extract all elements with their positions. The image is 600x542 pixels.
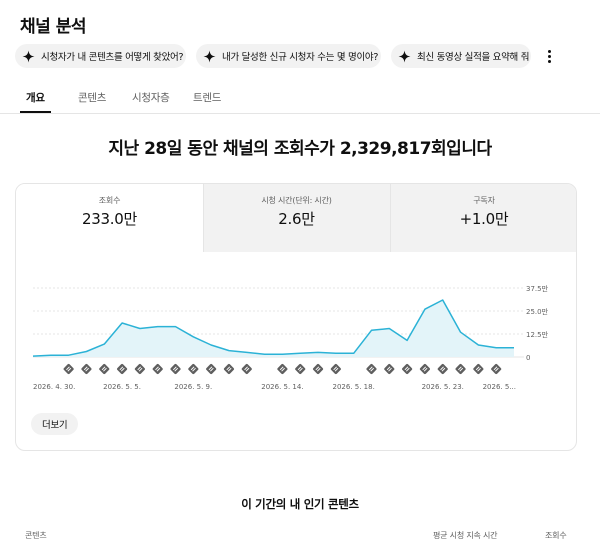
- tab-audience[interactable]: 시청자층: [132, 90, 170, 105]
- upload-marker: [295, 363, 306, 375]
- metric-divider: [390, 184, 391, 252]
- prompt-chip-label: 내가 달성한 신규 시청자 수는 몇 명이야?: [222, 52, 379, 63]
- x-tick-label: 2026. 4. 30.: [33, 383, 75, 391]
- x-tick-label: 2026. 5. 5.: [103, 383, 141, 391]
- metric-value: +1.0만: [459, 210, 509, 228]
- views-area: [33, 300, 514, 357]
- column-header-views[interactable]: 조회수: [545, 530, 567, 541]
- metric-watch-time[interactable]: 시청 시간(단위: 시간) 2.6만: [203, 184, 390, 252]
- upload-marker: [473, 363, 484, 375]
- upload-marker: [117, 363, 128, 375]
- tab-bar: 개요 콘텐츠 시청자층 트렌드: [0, 84, 600, 114]
- upload-marker: [134, 363, 145, 375]
- prompt-chip-new-viewers[interactable]: 내가 달성한 신규 시청자 수는 몇 명이야?: [196, 44, 381, 68]
- upload-marker: [152, 363, 163, 375]
- upload-marker: [170, 363, 181, 375]
- summary-headline: 지난 28일 동안 채널의 조회수가 2,329,817회입니다: [108, 139, 492, 159]
- metric-label: 시청 시간(단위: 시간): [261, 196, 332, 205]
- prompt-chip-label: 시청자가 내 콘텐츠를 어떻게 찾았어?: [41, 52, 184, 63]
- x-tick-label: 2026. 5. 18.: [333, 383, 375, 391]
- x-tick-label: 2026. 5...: [483, 383, 516, 391]
- upload-marker: [419, 363, 430, 375]
- column-header-avg-duration[interactable]: 평균 시청 지속 시간: [433, 530, 498, 541]
- y-tick-label: 37.5만: [526, 284, 549, 293]
- metric-views[interactable]: 조회수 233.0만: [16, 184, 203, 252]
- prompt-chips: 시청자가 내 콘텐츠를 어떻게 찾았어? 내가 달성한 신규 시청자 수는 몇 …: [15, 44, 531, 68]
- upload-marker: [188, 363, 199, 375]
- sparkle-icon: [22, 50, 35, 63]
- metric-value: 2.6만: [278, 210, 315, 228]
- column-header-content[interactable]: 콘텐츠: [25, 530, 47, 541]
- metric-value: 233.0만: [82, 210, 137, 228]
- page-title: 채널 분석: [20, 17, 86, 37]
- upload-marker: [455, 363, 466, 375]
- top-content-title: 이 기간의 내 인기 콘텐츠: [241, 497, 359, 511]
- upload-marker: [241, 363, 252, 375]
- prompt-chip-summary[interactable]: 최신 동영상 실적을 요약해 줘: [391, 44, 531, 68]
- metric-label: 구독자: [473, 196, 495, 205]
- active-tab-indicator: [20, 111, 51, 113]
- tab-content[interactable]: 콘텐츠: [78, 90, 106, 105]
- x-tick-label: 2026. 5. 23.: [422, 383, 464, 391]
- sparkle-icon: [398, 50, 411, 63]
- upload-marker: [223, 363, 234, 375]
- upload-marker: [277, 363, 288, 375]
- x-tick-label: 2026. 5. 14.: [261, 383, 303, 391]
- upload-marker: [206, 363, 217, 375]
- metric-label: 조회수: [98, 196, 121, 205]
- upload-marker: [330, 363, 341, 375]
- x-tick-label: 2026. 5. 9.: [174, 383, 212, 391]
- upload-marker: [63, 363, 74, 375]
- metric-subscribers[interactable]: 구독자 +1.0만: [390, 184, 576, 252]
- upload-marker: [366, 363, 377, 375]
- upload-marker: [99, 363, 110, 375]
- y-tick-label: 0: [526, 354, 530, 362]
- y-tick-label: 25.0만: [526, 307, 549, 316]
- more-vert-icon[interactable]: [543, 48, 555, 64]
- overview-card: 조회수 233.0만 시청 시간(단위: 시간) 2.6만 구독자 +1.0만 …: [15, 183, 577, 451]
- upload-marker: [384, 363, 395, 375]
- sparkle-icon: [203, 50, 216, 63]
- views-chart: 0 12.5만 25.0만 37.5만 2026. 4. 30. 2026. 5. 5. 2…: [16, 252, 576, 402]
- tab-overview[interactable]: 개요: [26, 90, 45, 105]
- upload-marker: [313, 363, 324, 375]
- upload-marker: [491, 363, 502, 375]
- upload-marker: [402, 363, 413, 375]
- prompt-chip-discovery[interactable]: 시청자가 내 콘텐츠를 어떻게 찾았어?: [15, 44, 186, 68]
- upload-marker: [81, 363, 92, 375]
- tab-trends[interactable]: 트렌드: [193, 90, 221, 105]
- prompt-chip-label: 최신 동영상 실적을 요약해 줘: [417, 52, 530, 63]
- views-chart-svg: 0 12.5만 25.0만 37.5만 2026. 4. 30. 2026. 5. 5. 2…: [32, 284, 549, 391]
- see-more-button[interactable]: 더보기: [31, 413, 79, 435]
- y-tick-label: 12.5만: [526, 330, 549, 339]
- metric-divider: [203, 184, 204, 252]
- upload-marker: [437, 363, 448, 375]
